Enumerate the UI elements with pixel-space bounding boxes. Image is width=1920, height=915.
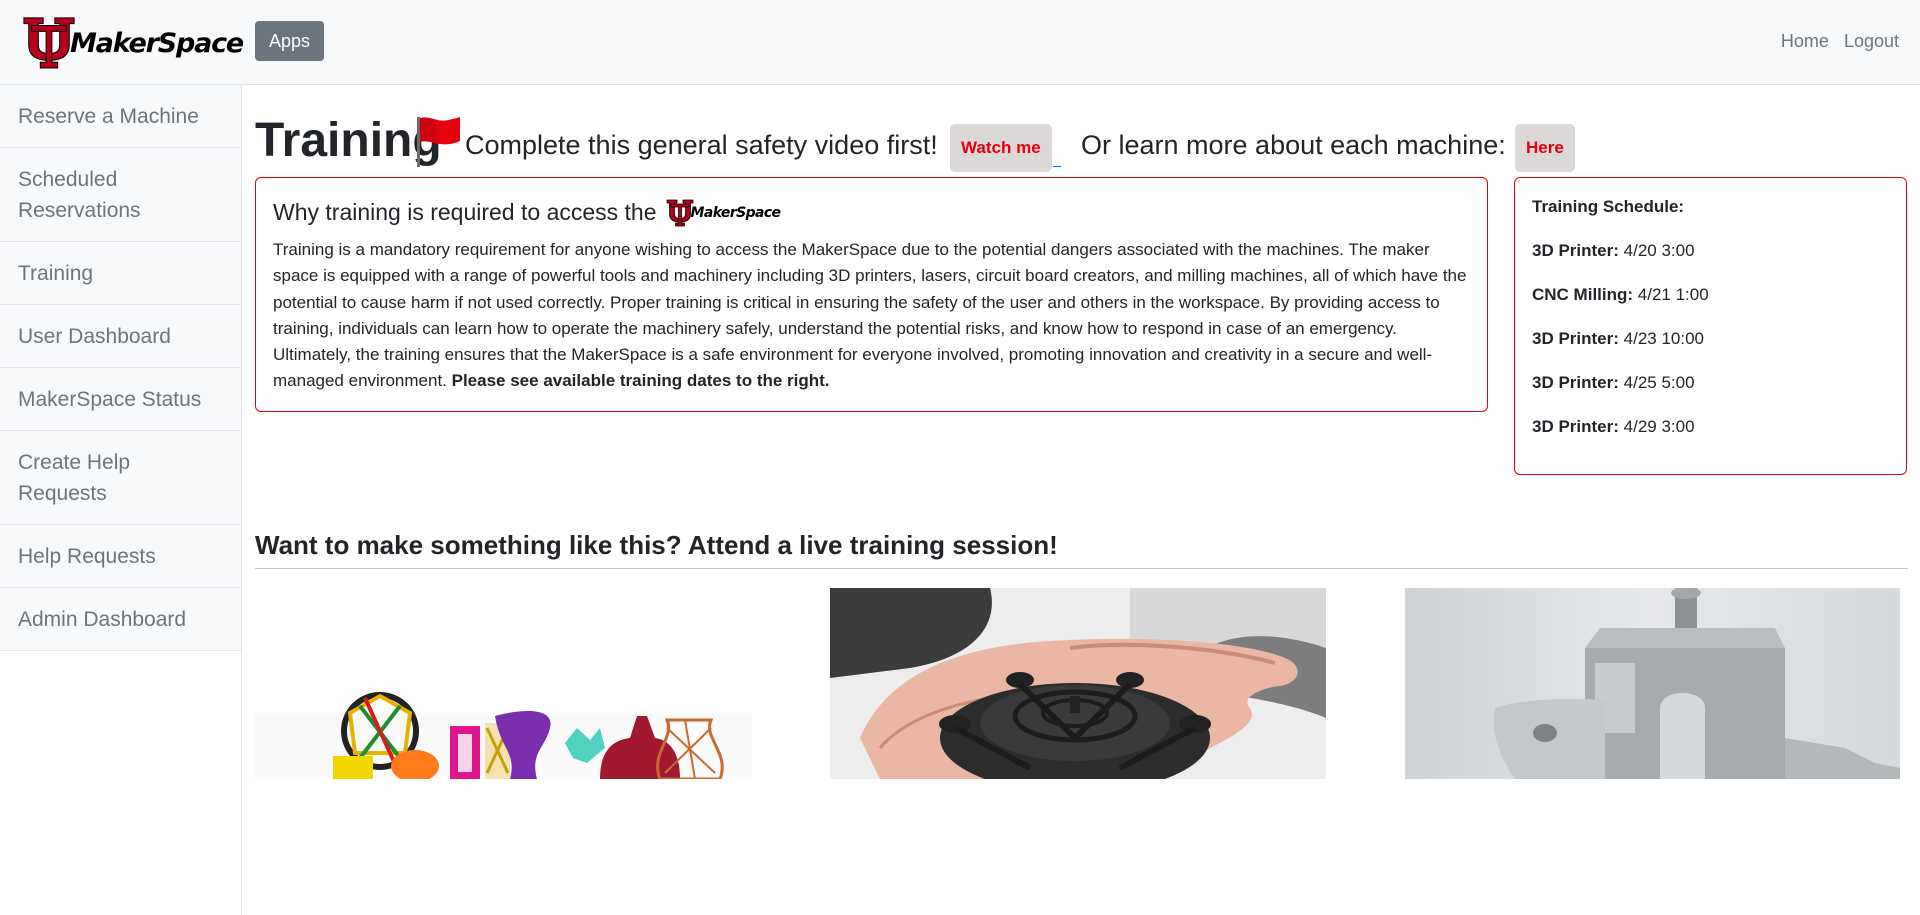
sidebar-item-create-help-requests[interactable]: Create Help Requests [0, 431, 241, 525]
schedule-machine: CNC Milling: [1532, 285, 1634, 304]
why-training-bold-note: Please see available training dates to t… [451, 371, 830, 391]
hand-holding-part-image [830, 588, 1326, 779]
nav-links: Home Logout [1781, 31, 1899, 52]
why-training-title-text: Why training is required to access the [273, 199, 657, 225]
training-schedule-card: Training Schedule: 3D Printer: 4/20 3:00… [1514, 177, 1907, 475]
top-navbar: MakerSpace Apps Home Logout [0, 0, 1920, 85]
schedule-row: 3D Printer: 4/29 3:00 [1532, 416, 1889, 438]
link-underline [1053, 166, 1061, 167]
logo-text: MakerSpace [70, 27, 244, 59]
sidebar: Reserve a Machine Scheduled Reservations… [0, 85, 242, 915]
schedule-row: 3D Printer: 4/20 3:00 [1532, 240, 1889, 262]
home-link[interactable]: Home [1781, 31, 1829, 52]
printed-objects-image [255, 588, 752, 779]
schedule-machine: 3D Printer: [1532, 373, 1619, 392]
makerspace-mini-logo: MakerSpace [665, 190, 781, 234]
schedule-machine: 3D Printer: [1532, 417, 1619, 436]
here-button[interactable]: Here [1515, 124, 1575, 172]
schedule-time: 4/23 10:00 [1623, 329, 1705, 348]
schedule-machine: 3D Printer: [1532, 329, 1619, 348]
sidebar-item-help-requests[interactable]: Help Requests [0, 525, 241, 588]
makerspace-logo[interactable]: MakerSpace [20, 11, 244, 71]
schedule-time: 4/20 3:00 [1623, 241, 1695, 260]
why-training-body: Training is a mandatory requirement for … [273, 237, 1470, 395]
schedule-machine: 3D Printer: [1532, 241, 1619, 260]
live-training-heading: Want to make something like this? Attend… [255, 527, 1908, 569]
logout-link[interactable]: Logout [1844, 31, 1899, 52]
schedule-time: 4/21 1:00 [1637, 285, 1709, 304]
schedule-time: 4/29 3:00 [1623, 417, 1695, 436]
training-heading-row: Training Complete this general safety vi… [255, 113, 1908, 172]
sidebar-item-scheduled-reservations[interactable]: Scheduled Reservations [0, 148, 241, 242]
schedule-time: 4/25 5:00 [1623, 373, 1695, 392]
why-training-title: Why training is required to access the M… [273, 190, 1470, 234]
sidebar-item-training[interactable]: Training [0, 242, 241, 305]
red-flag-icon [417, 117, 460, 167]
schedule-row: 3D Printer: 4/23 10:00 [1532, 328, 1889, 350]
safety-video-prompt: Complete this general safety video first… [465, 130, 938, 160]
why-training-card: Why training is required to access the M… [255, 177, 1488, 412]
sidebar-item-makerspace-status[interactable]: MakerSpace Status [0, 368, 241, 431]
apps-button[interactable]: Apps [255, 21, 325, 61]
sidebar-item-admin-dashboard[interactable]: Admin Dashboard [0, 588, 241, 651]
why-training-paragraph: Training is a mandatory requirement for … [273, 240, 1467, 391]
learn-more-prompt: Or learn more about each machine: [1081, 130, 1506, 160]
watch-me-button[interactable]: Watch me [950, 124, 1052, 172]
mini-logo-text: MakerSpace [690, 205, 782, 221]
schedule-title: Training Schedule: [1532, 197, 1685, 216]
schedule-row: CNC Milling: 4/21 1:00 [1532, 284, 1889, 306]
printed-boat-image [1405, 588, 1900, 779]
sidebar-item-user-dashboard[interactable]: User Dashboard [0, 305, 241, 368]
sidebar-item-reserve-machine[interactable]: Reserve a Machine [0, 85, 241, 148]
schedule-row: 3D Printer: 4/25 5:00 [1532, 372, 1889, 394]
